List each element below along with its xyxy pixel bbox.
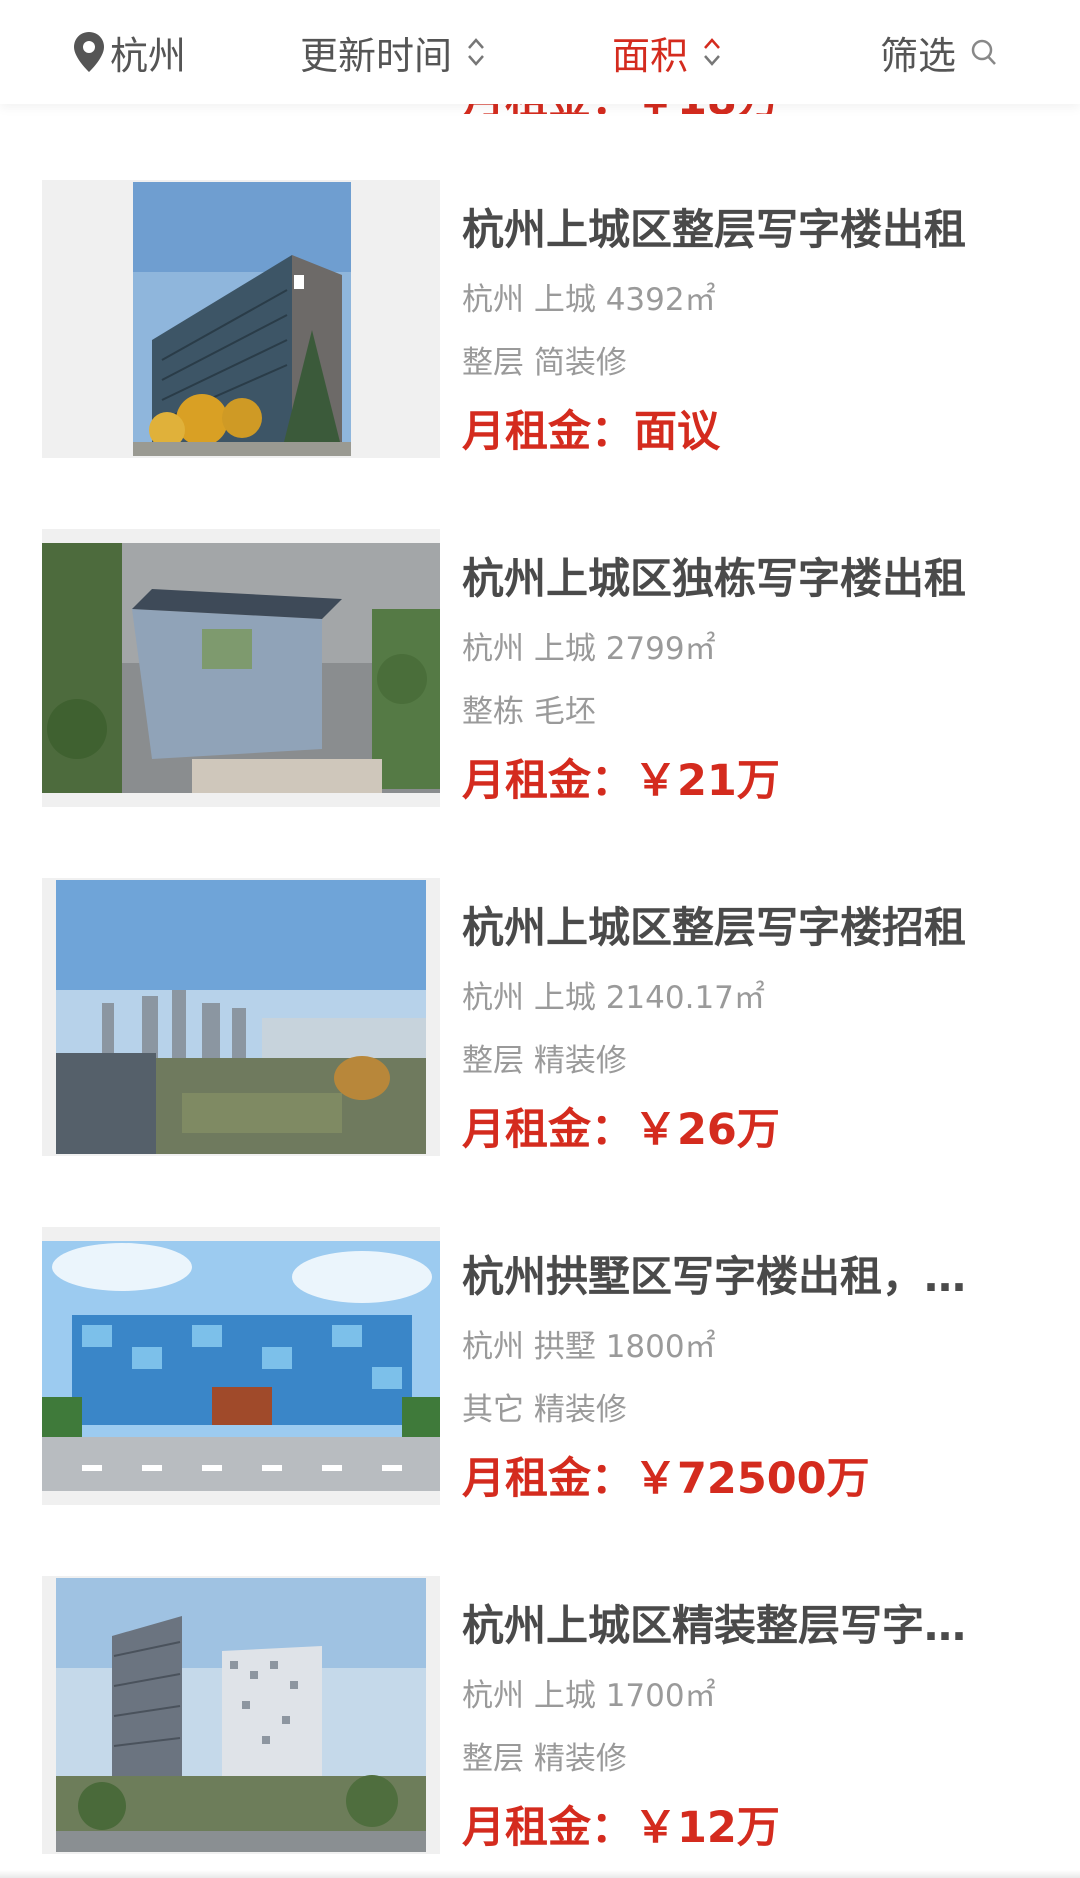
listing-card[interactable]: 杭州拱墅区写字楼出租，整层 杭州 拱墅 1800㎡ 其它 精装修 月租金：￥72…: [0, 1227, 1080, 1507]
listing-image[interactable]: [42, 180, 440, 458]
listing-location-area: 杭州 拱墅 1800㎡: [462, 1329, 716, 1365]
listing-card[interactable]: 杭州上城区整层写字楼招租 杭州 上城 2140.17㎡ 整层 精装修 月租金：￥…: [0, 878, 1080, 1158]
listing-location-area: 杭州 上城 2799㎡: [462, 631, 716, 667]
listing-image[interactable]: [42, 1576, 440, 1854]
office-tower-photo-1: [42, 180, 440, 458]
filter-label: 筛选: [880, 33, 957, 78]
listing-location-area: 杭州 上城 2140.17㎡: [462, 980, 765, 1016]
sort-chevron-icon: [702, 35, 722, 69]
city-label: 杭州: [110, 33, 187, 78]
listing-title[interactable]: 杭州上城区整层写字楼出租: [462, 202, 1002, 258]
sort-by-update-time[interactable]: 更新时间: [300, 0, 486, 104]
location-pin-icon: [74, 32, 104, 72]
listing-card[interactable]: 杭州上城区精装整层写字楼出租 杭州 上城 1700㎡ 整层 精装修 月租金：￥1…: [0, 1576, 1080, 1856]
listing-detail: 整层 简装修: [462, 345, 627, 381]
sort-area-label: 面积: [612, 33, 689, 78]
listing-location-area: 杭州 上城 4392㎡: [462, 282, 716, 318]
office-building-photo: [42, 1241, 440, 1491]
listing-title[interactable]: 杭州上城区整层写字楼招租: [462, 900, 1002, 956]
listing-title[interactable]: 杭州上城区精装整层写字楼出租: [462, 1598, 1002, 1654]
search-icon: [971, 39, 996, 65]
listing-title[interactable]: 杭州拱墅区写字楼出租，整层: [462, 1249, 1002, 1305]
sort-time-label: 更新时间: [300, 33, 453, 78]
sort-chevron-icon: [466, 35, 486, 69]
city-selector[interactable]: 杭州: [72, 0, 186, 104]
listing-price: 月租金：￥12万: [462, 1803, 780, 1853]
bottom-edge: [0, 1870, 1080, 1878]
listing-detail: 整层 精装修: [462, 1741, 627, 1777]
listing-price: 月租金：面议: [462, 407, 720, 457]
listing-card[interactable]: 杭州上城区独栋写字楼出租 杭州 上城 2799㎡ 整栋 毛坯 月租金：￥21万: [0, 529, 1080, 809]
listing-image[interactable]: [42, 1227, 440, 1505]
listing-card[interactable]: 杭州上城区整层写字楼出租 杭州 上城 4392㎡ 整层 简装修 月租金：面议: [0, 180, 1080, 460]
listing-detail: 整层 精装修: [462, 1043, 627, 1079]
filter-bar: 杭州 更新时间 面积 筛选: [0, 0, 1080, 104]
listing-price: 月租金：￥72500万: [462, 1454, 870, 1504]
office-tower-photo-2: [42, 543, 440, 793]
filter-button[interactable]: 筛选: [880, 0, 998, 104]
listing-detail: 整栋 毛坯: [462, 694, 596, 730]
sort-by-area[interactable]: 面积: [612, 0, 722, 104]
listing-location-area: 杭州 上城 1700㎡: [462, 1678, 716, 1714]
listing-detail: 其它 精装修: [462, 1392, 627, 1428]
listing-price: 月租金：￥26万: [462, 1105, 780, 1155]
city-skyline-photo: [42, 878, 440, 1156]
twin-towers-photo: [42, 1576, 440, 1854]
listing-price: 月租金：￥21万: [462, 756, 780, 806]
listing-image[interactable]: [42, 878, 440, 1156]
listing-title[interactable]: 杭州上城区独栋写字楼出租: [462, 551, 1002, 607]
listing-image[interactable]: [42, 529, 440, 807]
